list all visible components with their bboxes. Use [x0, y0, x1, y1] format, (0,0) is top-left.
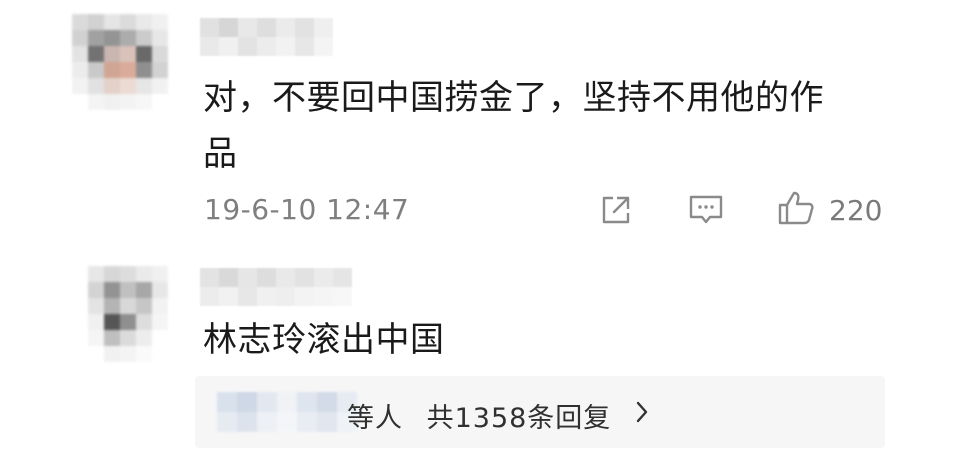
avatar[interactable] — [88, 266, 168, 362]
chevron-right-icon[interactable] — [635, 400, 649, 424]
avatar[interactable] — [72, 14, 168, 110]
comment-timestamp: 19-6-10 12:47 — [204, 193, 410, 226]
thumbs-up-icon[interactable] — [776, 189, 816, 227]
username-redacted[interactable] — [200, 18, 333, 56]
comment-text-line: 林志玲滚出中国 — [203, 320, 445, 360]
reply-count: 共1358条回复 — [426, 403, 612, 434]
reply-users-redacted — [217, 392, 357, 432]
username-redacted[interactable] — [200, 268, 352, 306]
reply-users-suffix: 等人 — [347, 403, 403, 434]
comment-text-line: 品 — [203, 134, 238, 174]
like-count: 220 — [829, 194, 883, 227]
comment-icon[interactable] — [686, 192, 726, 228]
comment-text-line: 对，不要回中国捞金了，坚持不用他的作 — [203, 78, 824, 118]
comment-text: 对，不要回中国捞金了，坚持不用他的作 品 — [203, 70, 824, 182]
comment-text: 林志玲滚出中国 — [203, 312, 445, 368]
reply-summary[interactable]: 等人 共1358条回复 — [195, 376, 885, 448]
reply-count-text[interactable]: 等人 共1358条回复 — [347, 396, 611, 435]
share-icon[interactable] — [598, 192, 634, 228]
